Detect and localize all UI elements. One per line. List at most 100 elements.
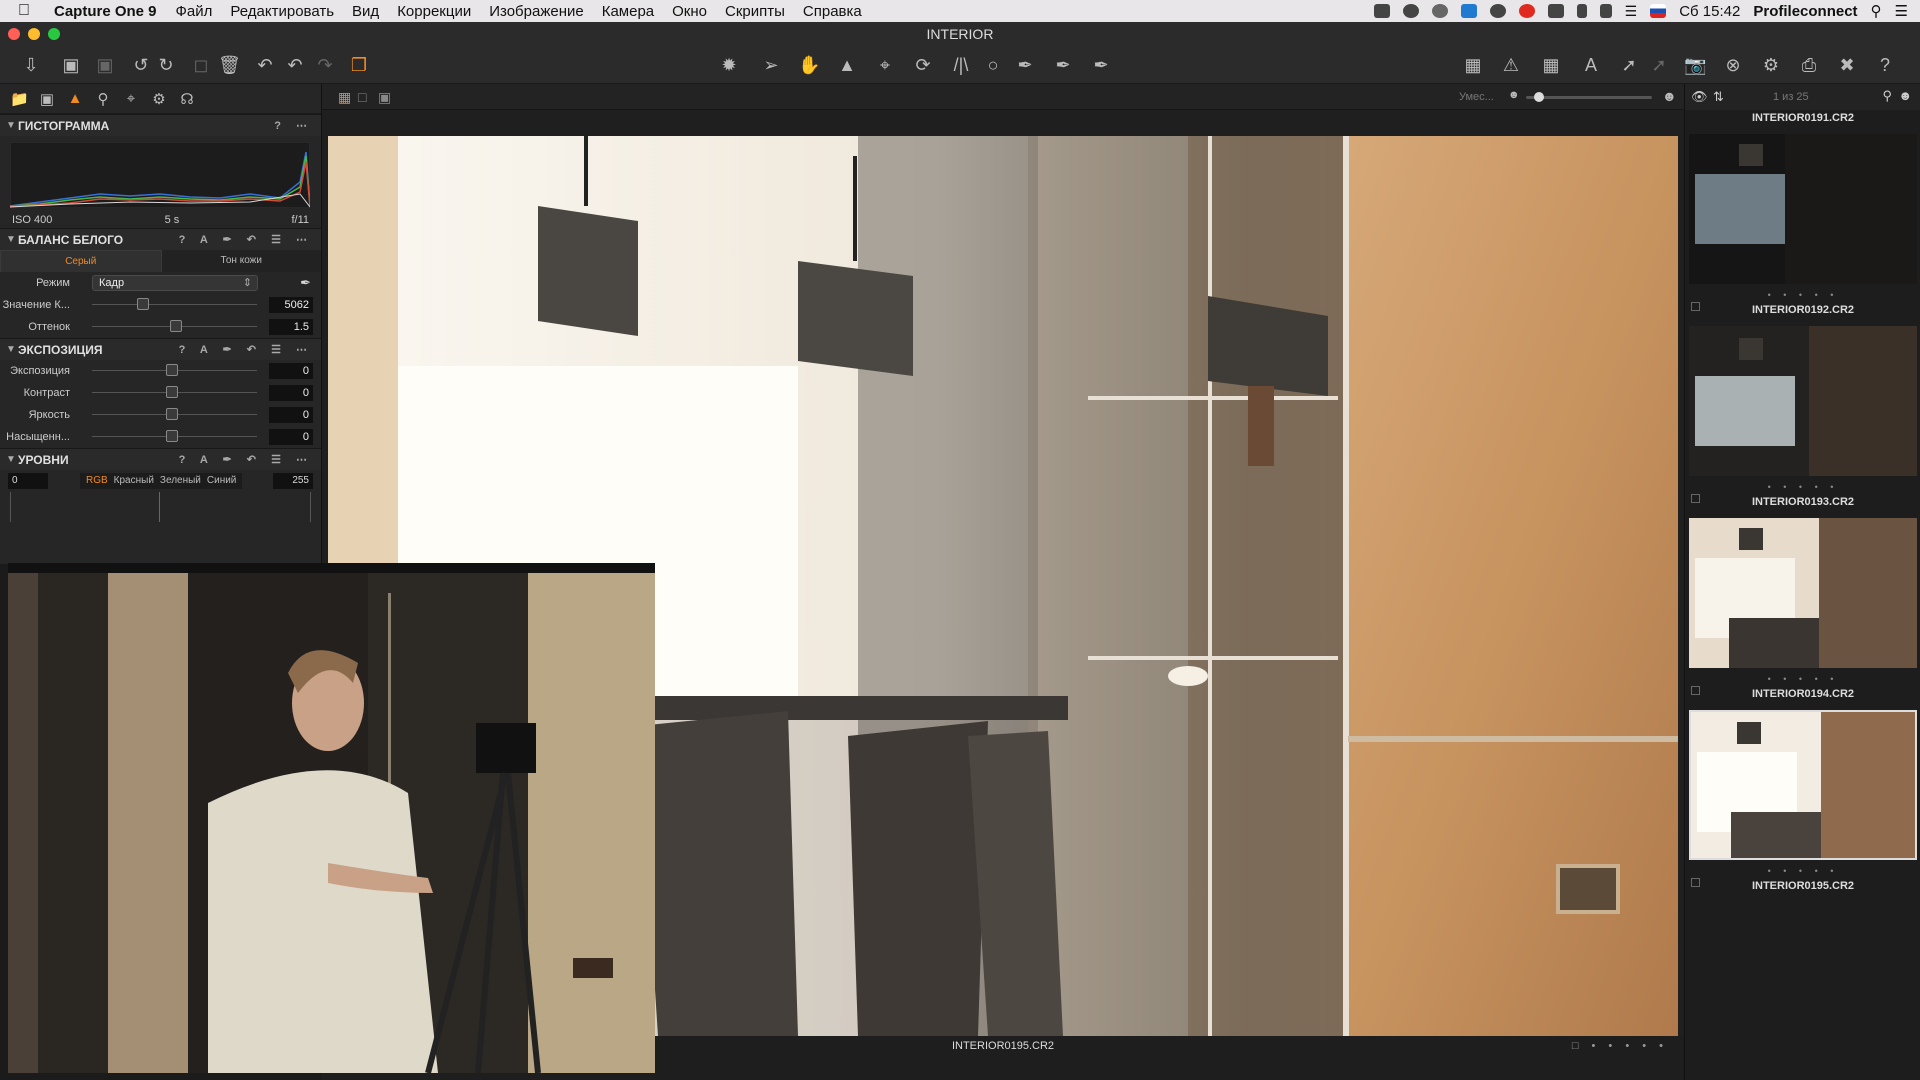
- viewer-layout-icon[interactable]: ▦: [1462, 54, 1484, 76]
- channel-red[interactable]: Красный: [114, 473, 154, 489]
- kelvin-slider[interactable]: [92, 298, 257, 310]
- levels-header[interactable]: ▼ УРОВНИ ? A ✒ ↶ ☰ ⋯: [0, 448, 321, 470]
- tint-slider-knob[interactable]: [170, 320, 182, 332]
- brightness-slider-knob[interactable]: [166, 408, 178, 420]
- app-menu[interactable]: Capture One 9: [54, 3, 157, 20]
- camera-icon[interactable]: 📷: [1684, 54, 1706, 76]
- chevron-down-icon[interactable]: ▼: [6, 454, 18, 465]
- loupe-tool-icon[interactable]: ▲: [836, 54, 858, 76]
- library-tab-icon[interactable]: 📁: [10, 90, 29, 108]
- section-tools[interactable]: ? A ✒ ↶ ☰ ⋯: [179, 233, 313, 246]
- rating-dots[interactable]: • • • • •: [1685, 482, 1920, 492]
- chevron-down-icon[interactable]: ▼: [6, 234, 18, 245]
- chevron-down-icon[interactable]: ▼: [6, 344, 18, 355]
- tools-icon[interactable]: ✖: [1836, 54, 1858, 76]
- text-icon[interactable]: A: [1580, 54, 1602, 76]
- import-icon[interactable]: ⇩: [20, 54, 42, 76]
- zoom-slider-knob[interactable]: [1534, 92, 1544, 102]
- rotate-left-icon[interactable]: ↺: [130, 54, 152, 76]
- tint-slider[interactable]: [92, 320, 257, 332]
- single-view-icon[interactable]: □: [358, 89, 366, 105]
- user-name[interactable]: Profileconnect: [1753, 3, 1857, 20]
- channel-green[interactable]: Зеленый: [160, 473, 201, 489]
- keystone-tool-icon[interactable]: /|\: [950, 54, 972, 76]
- brightness-value[interactable]: 0: [269, 407, 313, 423]
- thumb-cell[interactable]: INTERIOR0192.CR2 • • • • •: [1685, 302, 1920, 494]
- apply-adjust-icon[interactable]: ➚: [1648, 54, 1670, 76]
- exposure-value[interactable]: 0: [269, 363, 313, 379]
- saturation-value[interactable]: 0: [269, 429, 313, 445]
- thumbnail[interactable]: [1689, 134, 1917, 284]
- rating-dots[interactable]: □ • • • • •: [1572, 1040, 1668, 1052]
- eyedropper-tool-icon[interactable]: ✒: [1090, 54, 1112, 76]
- move-icon[interactable]: ◻: [190, 54, 212, 76]
- meta-tab-icon[interactable]: ☊: [178, 90, 196, 108]
- rating-dots[interactable]: • • • • •: [1685, 290, 1920, 300]
- details-tab-icon[interactable]: ⚲: [94, 90, 112, 108]
- reset-icon[interactable]: ⊗: [1722, 54, 1744, 76]
- levels-midpoint[interactable]: [159, 492, 160, 522]
- eyedropper-icon[interactable]: ✒: [300, 275, 311, 291]
- histogram-header[interactable]: ▼ ГИСТОГРАММА ? ⋯: [0, 114, 321, 136]
- select-tool-icon[interactable]: ➢: [760, 54, 782, 76]
- menu-edit[interactable]: Редактировать: [230, 3, 334, 20]
- eye-icon[interactable]: 👁: [1691, 89, 1708, 105]
- white-balance-header[interactable]: ▼ БАЛАНС БЕЛОГО ? A ✒ ↶ ☰ ⋯: [0, 228, 321, 250]
- section-tools[interactable]: ? ⋯: [274, 119, 313, 132]
- saturation-slider[interactable]: [92, 430, 257, 442]
- tray-icon-3[interactable]: [1431, 4, 1448, 18]
- brush-tool-icon[interactable]: ✒: [1014, 54, 1036, 76]
- grid-icon[interactable]: ▦: [1540, 54, 1562, 76]
- tab-gray[interactable]: Серый: [0, 250, 162, 272]
- variants-icon[interactable]: ❐: [348, 54, 370, 76]
- exposure-slider[interactable]: [92, 364, 257, 376]
- exposure-warning-icon[interactable]: ⚠: [1500, 54, 1522, 76]
- levels-graph[interactable]: [10, 492, 311, 522]
- undo-icon[interactable]: ↶: [254, 54, 276, 76]
- rotate-tool-icon[interactable]: ⟳: [912, 54, 934, 76]
- rating-dots[interactable]: • • • • •: [1685, 866, 1920, 876]
- user-filter-icon[interactable]: ☻: [1898, 88, 1912, 103]
- thumbnail-selected[interactable]: [1689, 710, 1917, 860]
- lens-tab-icon[interactable]: ⌖: [122, 90, 140, 107]
- contrast-value[interactable]: 0: [269, 385, 313, 401]
- sort-icon[interactable]: ⇅: [1713, 89, 1724, 105]
- compare-view-icon[interactable]: ▣: [378, 89, 391, 106]
- wb-mode-select[interactable]: Кадр ⇕: [92, 275, 258, 291]
- zoom-slider[interactable]: [1526, 92, 1652, 102]
- tint-value[interactable]: 1.5: [269, 319, 313, 335]
- tab-skin-tone[interactable]: Тон кожи: [161, 250, 321, 272]
- tray-icon-1[interactable]: [1373, 4, 1390, 18]
- copy-adjust-icon[interactable]: ➚: [1618, 54, 1640, 76]
- search-icon[interactable]: ⚲: [1882, 88, 1892, 104]
- capture-icon[interactable]: ▣: [60, 54, 82, 76]
- multi-view-icon[interactable]: ▦: [338, 89, 351, 106]
- menu-file[interactable]: Файл: [176, 3, 213, 20]
- tray-icon-2[interactable]: [1402, 4, 1419, 18]
- notification-center-icon[interactable]: ☰: [1895, 2, 1908, 20]
- picker-tool-icon[interactable]: ✒: [1052, 54, 1074, 76]
- spot-tool-icon[interactable]: ○: [982, 54, 1004, 76]
- skype-icon[interactable]: [1460, 4, 1477, 18]
- rotate-right-icon[interactable]: ↻: [155, 54, 177, 76]
- thumb-cell[interactable]: INTERIOR0193.CR2 • • • • •: [1685, 494, 1920, 686]
- menu-scripts[interactable]: Скрипты: [725, 3, 785, 20]
- redo-icon[interactable]: ↷: [314, 54, 336, 76]
- capture-tab-icon[interactable]: ▣: [38, 90, 56, 108]
- brightness-slider[interactable]: [92, 408, 257, 420]
- adjust-tab-icon[interactable]: ⚙: [150, 90, 168, 108]
- menu-image[interactable]: Изображение: [489, 3, 584, 20]
- exposure-slider-knob[interactable]: [166, 364, 178, 376]
- menu-adjustments[interactable]: Коррекции: [397, 3, 471, 20]
- channel-blue[interactable]: Синий: [207, 473, 237, 489]
- flag-icon[interactable]: [1650, 4, 1667, 18]
- close-window-button[interactable]: [8, 28, 20, 40]
- menu-help[interactable]: Справка: [803, 3, 862, 20]
- trash-icon[interactable]: 🗑: [218, 54, 241, 76]
- levels-high-value[interactable]: 255: [273, 473, 313, 489]
- section-tools[interactable]: ? A ✒ ↶ ☰ ⋯: [179, 453, 313, 466]
- contrast-slider[interactable]: [92, 386, 257, 398]
- crop-tool-icon[interactable]: ⌖: [874, 54, 896, 76]
- thumbnail[interactable]: [1689, 326, 1917, 476]
- levels-low-value[interactable]: 0: [8, 473, 48, 489]
